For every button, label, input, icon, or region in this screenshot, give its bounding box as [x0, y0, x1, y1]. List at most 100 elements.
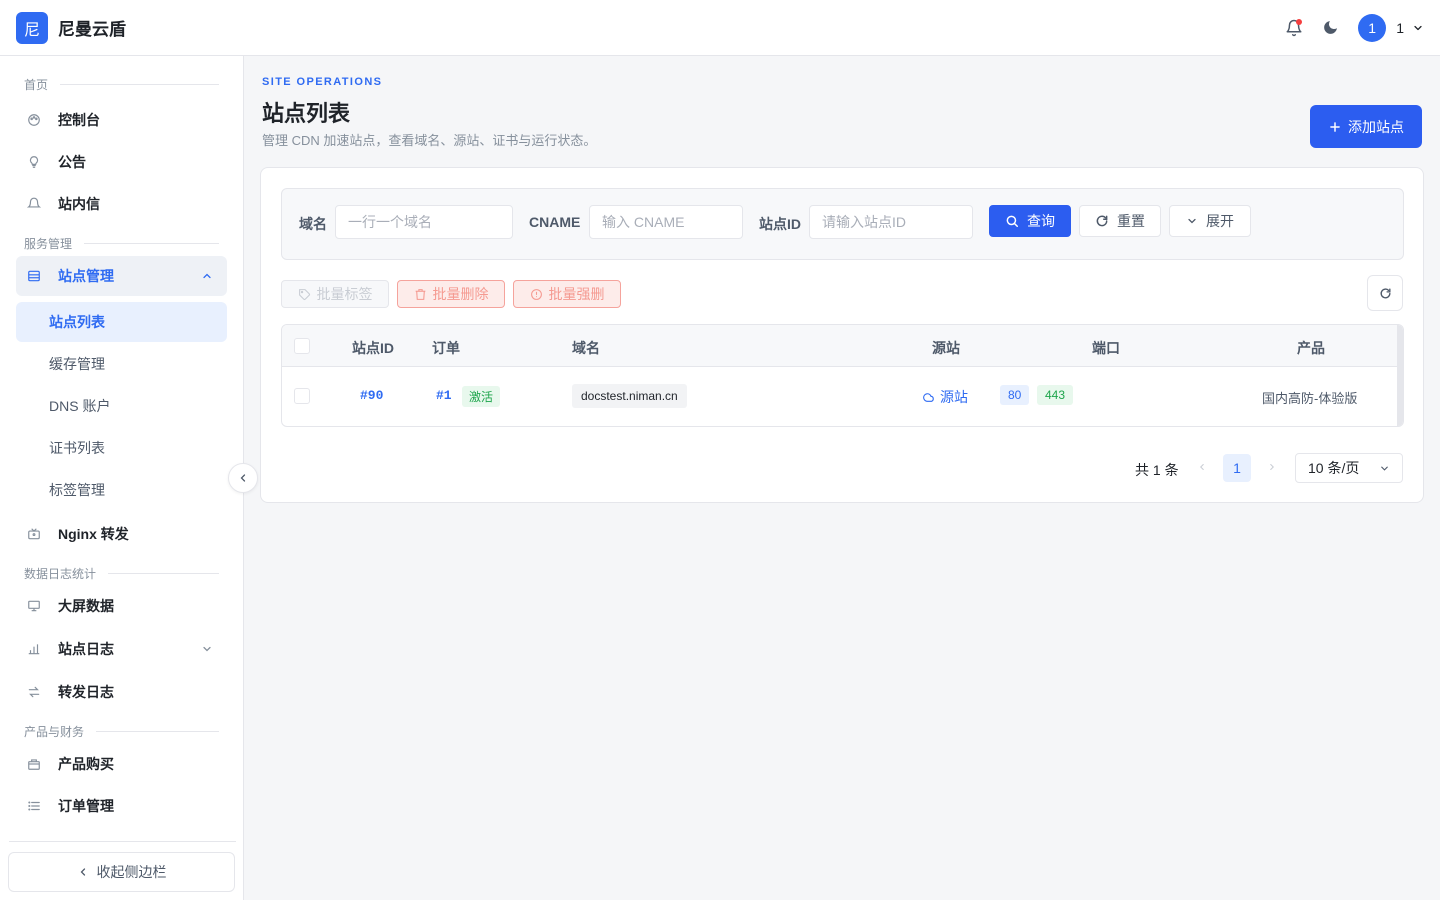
sidebar-item-nginx[interactable]: Nginx 转发	[16, 514, 227, 554]
table-scrollbar[interactable]	[1397, 325, 1403, 426]
sidebar-item-label: 产品购买	[58, 756, 114, 772]
router-icon	[26, 526, 42, 542]
add-site-button[interactable]: 添加站点	[1310, 105, 1422, 148]
reset-button-label: 重置	[1117, 213, 1145, 229]
sidebar-item-notice[interactable]: 公告	[16, 142, 227, 182]
sidebar-item-label: 公告	[58, 154, 86, 170]
collapse-label: 收起侧边栏	[96, 864, 167, 880]
sidebar-subitem-dns[interactable]: DNS 账户	[16, 386, 227, 426]
logo-char: 尼	[23, 21, 40, 39]
search-icon	[1005, 214, 1019, 228]
sidebar-item-site-management[interactable]: 站点管理	[16, 256, 227, 296]
chevron-down-icon	[201, 642, 213, 658]
column-header-product[interactable]: 产品	[1297, 338, 1325, 358]
siteid-filter-input[interactable]	[809, 205, 973, 239]
batch-force-delete-button[interactable]: 批量强删	[513, 280, 621, 308]
sidebar-section-finance: 产品与财务	[24, 723, 220, 740]
sidebar-subitem-cache[interactable]: 缓存管理	[16, 344, 227, 384]
alert-circle-icon	[530, 288, 543, 301]
user-name[interactable]: 1	[1396, 20, 1404, 36]
collapse-sidebar-button[interactable]: 收起侧边栏	[8, 841, 236, 892]
order-link[interactable]: #1	[436, 388, 452, 403]
sidebar-bottom-divider	[9, 841, 236, 842]
domain-filter-input[interactable]	[335, 205, 513, 239]
sidebar-section-home: 首页	[24, 76, 220, 93]
sidebar-subitem-tags[interactable]: 标签管理	[16, 470, 227, 510]
select-all-checkbox[interactable]	[294, 338, 310, 354]
batch-delete-button[interactable]: 批量删除	[397, 280, 505, 308]
site-id-link[interactable]: #90	[360, 388, 383, 403]
sidebar-item-label: 站点管理	[58, 268, 114, 284]
product-name: 国内高防-体验版	[1262, 391, 1358, 406]
brand-logo[interactable]: 尼	[16, 11, 48, 44]
section-label: 产品与财务	[24, 725, 85, 739]
column-header-domain[interactable]: 域名	[572, 338, 600, 358]
search-button[interactable]: 查询	[989, 205, 1071, 237]
sidebar-section-stats: 数据日志统计	[24, 565, 220, 582]
section-divider	[96, 731, 220, 732]
column-header-port[interactable]: 端口	[1092, 338, 1120, 358]
pagination-total: 共 1 条	[1135, 462, 1179, 478]
filter-panel: 域名 CNAME 站点ID 查询 重置 展开	[281, 188, 1404, 260]
header-actions: 1 1	[1276, 10, 1424, 46]
page-description: 管理 CDN 加速站点，查看域名、源站、证书与运行状态。	[262, 133, 597, 148]
next-page-icon[interactable]	[1267, 460, 1277, 474]
sidebar-item-console[interactable]: 控制台	[16, 100, 227, 140]
refresh-icon	[1379, 287, 1392, 300]
batch-tag-button[interactable]: 批量标签	[281, 280, 389, 308]
table-header: 站点ID 订单 域名 源站 端口 产品	[282, 325, 1403, 367]
section-label: 服务管理	[24, 237, 73, 251]
notification-bell-icon[interactable]	[1276, 10, 1312, 46]
bell-icon	[26, 196, 42, 212]
sidebar-subitem-site-list[interactable]: 站点列表	[16, 302, 227, 342]
reset-button[interactable]: 重置	[1079, 205, 1161, 237]
chevron-down-icon[interactable]	[1412, 22, 1424, 34]
refresh-icon	[1095, 214, 1109, 228]
chevron-down-icon	[1186, 215, 1198, 227]
tag-icon	[298, 288, 311, 301]
section-divider	[60, 84, 220, 85]
list-icon	[26, 798, 42, 814]
batch-delete-label: 批量删除	[432, 286, 489, 302]
page-size-select[interactable]: 10 条/页	[1295, 453, 1403, 483]
expand-button-label: 展开	[1206, 213, 1234, 229]
dark-mode-moon-icon[interactable]	[1312, 10, 1348, 46]
sidebar-item-orders[interactable]: 订单管理	[16, 786, 227, 826]
table-refresh-button[interactable]	[1367, 275, 1403, 311]
column-header-origin[interactable]: 源站	[932, 338, 960, 358]
sidebar-item-label: 订单管理	[58, 798, 114, 814]
cname-filter-label: CNAME	[529, 214, 581, 230]
bar-chart-icon	[26, 641, 42, 657]
prev-page-icon[interactable]	[1197, 460, 1207, 474]
sidebar-item-buy[interactable]: 产品购买	[16, 744, 227, 784]
sidebar-item-label: 站内信	[58, 196, 100, 212]
origin-link[interactable]: 源站	[922, 387, 968, 407]
chevron-left-icon	[77, 866, 89, 878]
site-table: 站点ID 订单 域名 源站 端口 产品 #90 #1 激活 docstest.n…	[281, 324, 1404, 427]
sidebar-item-forward-logs[interactable]: 转发日志	[16, 672, 227, 712]
batch-force-delete-label: 批量强删	[548, 286, 605, 302]
sidebar-item-bigscreen[interactable]: 大屏数据	[16, 586, 227, 626]
row-checkbox[interactable]	[294, 388, 310, 404]
sidebar-item-site-logs[interactable]: 站点日志	[16, 629, 227, 669]
lightbulb-icon	[26, 154, 42, 170]
sidebar-item-inbox[interactable]: 站内信	[16, 184, 227, 224]
cname-filter-input[interactable]	[589, 205, 743, 239]
chevron-left-icon	[237, 472, 249, 484]
palette-icon	[26, 112, 42, 128]
domain-chip[interactable]: docstest.niman.cn	[572, 384, 687, 408]
chevron-down-icon	[1379, 463, 1390, 474]
page-number-current[interactable]: 1	[1223, 454, 1251, 482]
sidebar: 首页 控制台 公告 站内信 服务管理 站点管理 站点列表 缓存管理 DNS 账户…	[0, 56, 244, 900]
origin-label: 源站	[940, 389, 968, 405]
column-header-order[interactable]: 订单	[432, 338, 460, 358]
expand-button[interactable]: 展开	[1169, 205, 1251, 237]
sidebar-toggle-button[interactable]	[228, 463, 258, 493]
chevron-up-icon	[201, 269, 213, 285]
sidebar-subitem-cert[interactable]: 证书列表	[16, 428, 227, 468]
section-label: 首页	[24, 78, 49, 92]
page-size-value: 10 条/页	[1308, 460, 1360, 476]
column-header-site-id[interactable]: 站点ID	[352, 338, 394, 358]
user-avatar[interactable]: 1	[1358, 13, 1387, 42]
brand-name[interactable]: 尼曼云盾	[58, 15, 126, 40]
